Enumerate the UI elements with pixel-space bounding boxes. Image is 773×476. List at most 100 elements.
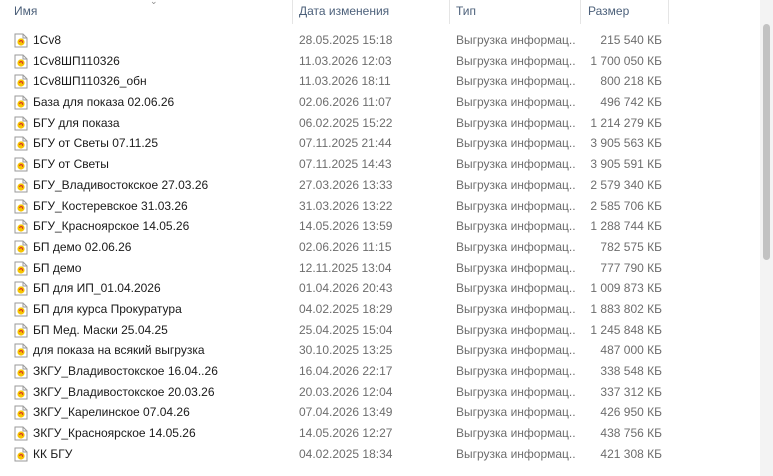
1c-file-icon (14, 343, 28, 358)
file-date: 12.11.2025 13:04 (299, 260, 392, 275)
file-date: 07.11.2025 14:43 (299, 157, 392, 172)
file-name: ЗКГУ_Владивостокское 20.03.26 (33, 384, 215, 399)
1c-file-icon (14, 136, 28, 151)
file-name: БП демо (33, 260, 82, 275)
file-type: Выгрузка информац... (456, 198, 576, 213)
file-row[interactable]: БП для курса Прокуратура 04.02.2025 18:29… (0, 299, 760, 320)
file-row[interactable]: 1Cv8ШП110326_обн 11.03.2026 18:11 Выгрузка… (0, 71, 760, 92)
1c-file-icon (14, 447, 28, 462)
file-date: 02.06.2026 11:15 (299, 239, 392, 254)
file-row[interactable]: БГУ от Светы 07.11.2025 14:43 Выгрузка инф… (0, 154, 760, 175)
file-row[interactable]: БГУ от Светы 07.11.25 07.11.2025 21:44 Выг… (0, 133, 760, 154)
file-name: 1Cv8ШП110326 (33, 53, 120, 68)
file-row[interactable]: БП Мед. Маски 25.04.25 25.04.2025 15:04 Вы… (0, 320, 760, 341)
file-row[interactable]: ЗКГУ_Владивостокское 20.03.26 20.03.2026 … (0, 382, 760, 403)
file-size: 487 000 КБ (600, 343, 662, 358)
1c-file-icon (14, 426, 28, 441)
file-name: БГУ от Светы (33, 157, 109, 172)
file-row[interactable]: БГУ_Костеревское 31.03.26 31.03.2026 13:2… (0, 196, 760, 217)
file-name: БГУ_Костеревское 31.03.26 (33, 198, 188, 213)
file-row[interactable]: БГУ для показа 06.02.2025 15:22 Выгрузка и… (0, 113, 760, 134)
file-type: Выгрузка информац... (456, 260, 576, 275)
file-row[interactable]: БГУ_Красноярское 14.05.26 14.05.2026 13:5… (0, 216, 760, 237)
1c-file-icon (14, 74, 28, 89)
file-name: БГУ_Владивостокское 27.03.26 (33, 177, 209, 192)
file-type: Выгрузка информац... (456, 177, 576, 192)
file-size: 438 756 КБ (600, 426, 662, 441)
file-size: 1 245 848 КБ (590, 322, 662, 337)
file-date: 02.06.2026 11:07 (299, 95, 392, 110)
file-name: БГУ для показа (33, 115, 120, 130)
column-header-type[interactable]: Тип (456, 0, 576, 24)
file-size: 421 308 КБ (600, 446, 662, 461)
1c-file-icon (14, 199, 28, 214)
file-type: Выгрузка информац... (456, 239, 576, 254)
file-type: Выгрузка информац... (456, 322, 576, 337)
file-name: ЗКГУ_Карелинское 07.04.26 (33, 405, 190, 420)
1c-file-icon (14, 219, 28, 234)
file-type: Выгрузка информац... (456, 426, 576, 441)
file-row[interactable]: КК БГУ 04.02.2025 18:34 Выгрузка информац.… (0, 444, 760, 465)
file-date: 01.04.2026 20:43 (299, 281, 393, 296)
file-date: 07.11.2025 21:44 (299, 136, 392, 151)
column-divider[interactable] (292, 0, 293, 24)
file-type: Выгрузка информац... (456, 219, 576, 234)
1c-file-icon (14, 323, 28, 338)
file-size: 800 218 КБ (600, 74, 662, 89)
column-divider[interactable] (449, 0, 450, 24)
file-size: 215 540 КБ (600, 33, 662, 47)
file-row[interactable]: База для показа 02.06.26 02.06.2026 11:07… (0, 92, 760, 113)
column-header-name[interactable]: Имя (14, 0, 294, 24)
file-size: 1 288 744 КБ (590, 219, 662, 234)
file-row[interactable]: 1Cv8ШП110326 11.03.2026 12:03 Выгрузка инф… (0, 51, 760, 72)
file-row[interactable]: БП для ИП_01.04.2026 01.04.2026 20:43 Выгр… (0, 278, 760, 299)
column-header-size[interactable]: Размер (588, 0, 668, 24)
vertical-scrollbar[interactable] (760, 0, 773, 476)
file-row[interactable]: БГУ_Владивостокское 27.03.26 27.03.2026 1… (0, 175, 760, 196)
file-name: 1Cv8ШП110326_обн (33, 74, 147, 89)
file-row[interactable]: ЗКГУ_Владивостокское 16.04..26 16.04.2026… (0, 361, 760, 382)
file-type: Выгрузка информац... (456, 384, 576, 399)
file-row[interactable]: 1Cv8 28.05.2025 15:18 Выгрузка информац...… (0, 30, 760, 51)
file-date: 25.04.2025 15:04 (299, 322, 393, 337)
file-type: Выгрузка информац... (456, 136, 576, 151)
file-row[interactable]: для показа на всякий выгрузка 30.10.2025 … (0, 340, 760, 361)
file-size: 1 700 050 КБ (590, 53, 662, 68)
file-name: БП для ИП_01.04.2026 (33, 281, 161, 296)
file-name: для показа на всякий выгрузка (33, 343, 205, 358)
1c-file-icon (14, 405, 28, 420)
file-type: Выгрузка информац... (456, 281, 576, 296)
file-date: 30.10.2025 13:25 (299, 343, 393, 358)
file-row[interactable]: БП демо 02.06.26 02.06.2026 11:15 Выгрузка… (0, 237, 760, 258)
file-type: Выгрузка информац... (456, 53, 576, 68)
file-size: 3 905 591 КБ (590, 157, 662, 172)
file-size: 2 579 340 КБ (590, 177, 662, 192)
file-date: 27.03.2026 13:33 (299, 177, 393, 192)
file-size: 777 790 КБ (600, 260, 662, 275)
file-size: 1 009 873 КБ (590, 281, 662, 296)
file-date: 14.05.2026 12:27 (299, 426, 393, 441)
file-size: 2 585 706 КБ (590, 198, 662, 213)
file-size: 496 742 КБ (600, 95, 662, 110)
1c-file-icon (14, 385, 28, 400)
file-name: БП для курса Прокуратура (33, 301, 182, 316)
1c-file-icon (14, 302, 28, 317)
column-divider[interactable] (668, 0, 669, 24)
column-header-date[interactable]: Дата изменения (299, 0, 449, 24)
scrollbar-thumb[interactable] (763, 24, 770, 260)
file-list: 1Cv8 28.05.2025 15:18 Выгрузка информац...… (0, 30, 760, 464)
file-row[interactable]: ЗКГУ_Красноярское 14.05.26 14.05.2026 12:… (0, 423, 760, 444)
1c-file-icon (14, 157, 28, 172)
file-type: Выгрузка информац... (456, 301, 576, 316)
file-row[interactable]: ЗКГУ_Карелинское 07.04.26 07.04.2026 13:4… (0, 402, 760, 423)
1c-file-icon (14, 33, 28, 48)
file-type: Выгрузка информац... (456, 95, 576, 110)
column-divider[interactable] (580, 0, 581, 24)
file-row[interactable]: БП демо 12.11.2025 13:04 Выгрузка информац… (0, 258, 760, 279)
file-date: 20.03.2026 12:04 (299, 384, 393, 399)
file-type: Выгрузка информац... (456, 364, 576, 378)
file-name: ЗКГУ_Владивостокское 16.04..26 (33, 364, 218, 378)
column-header: ⌄ Имя Дата изменения Тип Размер (0, 0, 760, 24)
file-type: Выгрузка информац... (456, 115, 576, 130)
file-date: 04.02.2025 18:29 (299, 301, 393, 316)
